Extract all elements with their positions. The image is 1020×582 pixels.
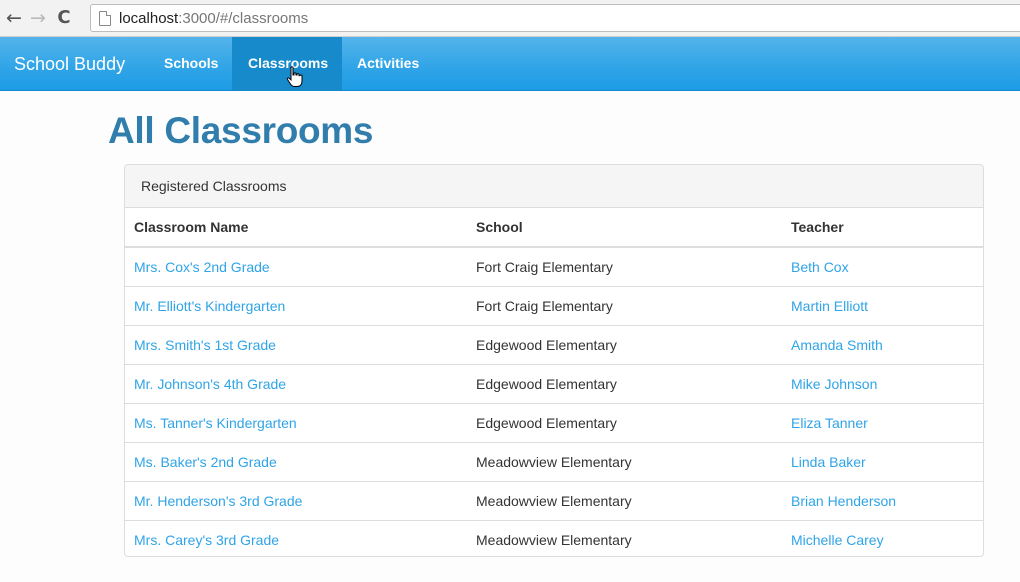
teacher-cell: Beth Cox — [782, 247, 983, 287]
classroom-link[interactable]: Mrs. Cox's 2nd Grade — [134, 259, 270, 275]
browser-toolbar: ← → C localhost:3000/#/classrooms — [0, 0, 1020, 37]
classroom-link[interactable]: Mrs. Carey's 3rd Grade — [134, 532, 279, 548]
header-school: School — [467, 208, 782, 248]
classroom-cell: Mrs. Carey's 3rd Grade — [125, 520, 467, 556]
url-path: :3000/#/classrooms — [178, 10, 309, 27]
forward-arrow-icon[interactable]: → — [27, 6, 49, 30]
nav-link-activities[interactable]: Activities — [341, 37, 435, 90]
table-row: Mr. Henderson's 3rd Grade Meadowview Ele… — [125, 481, 983, 521]
teacher-cell: Brian Henderson — [782, 481, 983, 521]
classroom-link[interactable]: Mr. Henderson's 3rd Grade — [134, 493, 302, 509]
classroom-cell: Mrs. Smith's 1st Grade — [125, 325, 467, 365]
classroom-link[interactable]: Mr. Johnson's 4th Grade — [134, 376, 286, 392]
reload-icon[interactable]: C — [53, 6, 75, 30]
teacher-link[interactable]: Michelle Carey — [791, 532, 884, 548]
teacher-cell: Michelle Carey — [782, 520, 983, 556]
school-cell: Edgewood Elementary — [467, 325, 782, 365]
app-navbar: School Buddy Schools Classrooms Activiti… — [0, 37, 1020, 91]
classrooms-panel: Registered Classrooms Classroom Name Sch… — [124, 164, 984, 557]
classroom-cell: Ms. Tanner's Kindergarten — [125, 403, 467, 443]
panel-heading: Registered Classrooms — [125, 165, 983, 208]
classroom-link[interactable]: Mrs. Smith's 1st Grade — [134, 337, 276, 353]
teacher-cell: Amanda Smith — [782, 325, 983, 365]
teacher-link[interactable]: Amanda Smith — [791, 337, 883, 353]
table-row: Mr. Elliott's Kindergarten Fort Craig El… — [125, 286, 983, 326]
classrooms-table: Classroom Name School Teacher Mrs. Cox's… — [125, 208, 983, 556]
classroom-link[interactable]: Mr. Elliott's Kindergarten — [134, 298, 285, 314]
header-classroom-name: Classroom Name — [125, 208, 467, 248]
classroom-cell: Mr. Elliott's Kindergarten — [125, 286, 467, 326]
school-cell: Meadowview Elementary — [467, 442, 782, 482]
teacher-link[interactable]: Eliza Tanner — [791, 415, 868, 431]
school-cell: Meadowview Elementary — [467, 481, 782, 521]
table-row: Ms. Tanner's Kindergarten Edgewood Eleme… — [125, 403, 983, 443]
classroom-cell: Ms. Baker's 2nd Grade — [125, 442, 467, 482]
classroom-link[interactable]: Ms. Baker's 2nd Grade — [134, 454, 277, 470]
teacher-link[interactable]: Beth Cox — [791, 259, 849, 275]
table-row: Mr. Johnson's 4th Grade Edgewood Element… — [125, 364, 983, 404]
brand-link[interactable]: School Buddy — [14, 37, 125, 91]
classroom-link[interactable]: Ms. Tanner's Kindergarten — [134, 415, 297, 431]
page-title: All Classrooms — [108, 110, 374, 151]
school-cell: Fort Craig Elementary — [467, 286, 782, 326]
classroom-cell: Mr. Henderson's 3rd Grade — [125, 481, 467, 521]
school-cell: Edgewood Elementary — [467, 403, 782, 443]
classroom-cell: Mrs. Cox's 2nd Grade — [125, 247, 467, 287]
url-text[interactable]: localhost:3000/#/classrooms — [119, 10, 308, 27]
nav-link-schools[interactable]: Schools — [148, 37, 234, 90]
school-cell: Meadowview Elementary — [467, 520, 782, 556]
teacher-cell: Linda Baker — [782, 442, 983, 482]
teacher-cell: Mike Johnson — [782, 364, 983, 404]
table-header-row: Classroom Name School Teacher — [125, 208, 983, 248]
hand-pointer-cursor-icon — [286, 66, 303, 87]
table-row: Mrs. Smith's 1st Grade Edgewood Elementa… — [125, 325, 983, 365]
classroom-cell: Mr. Johnson's 4th Grade — [125, 364, 467, 404]
header-teacher: Teacher — [782, 208, 983, 248]
table-row: Mrs. Carey's 3rd Grade Meadowview Elemen… — [125, 520, 983, 556]
school-cell: Fort Craig Elementary — [476, 259, 613, 275]
teacher-link[interactable]: Mike Johnson — [791, 376, 877, 392]
teacher-link[interactable]: Brian Henderson — [791, 493, 896, 509]
teacher-link[interactable]: Martin Elliott — [791, 298, 868, 314]
teacher-cell: Martin Elliott — [782, 286, 983, 326]
table-row: Ms. Baker's 2nd Grade Meadowview Element… — [125, 442, 983, 482]
page-icon — [99, 11, 111, 26]
school-cell: Edgewood Elementary — [467, 364, 782, 404]
url-host: localhost — [119, 10, 179, 27]
back-arrow-icon[interactable]: ← — [3, 6, 25, 30]
address-bar[interactable]: localhost:3000/#/classrooms — [90, 4, 1020, 32]
teacher-link[interactable]: Linda Baker — [791, 454, 866, 470]
table-row: Mrs. Cox's 2nd Grade Fort Craig Elementa… — [125, 247, 983, 287]
teacher-cell: Eliza Tanner — [782, 403, 983, 443]
